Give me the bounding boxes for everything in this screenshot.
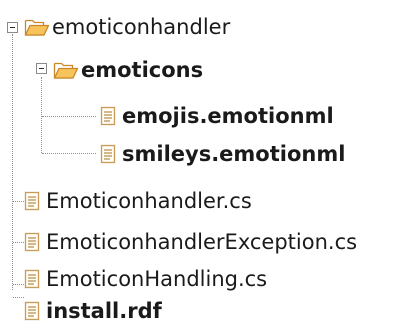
tree-node-label: EmoticonHandling.cs	[46, 267, 268, 291]
tree-node-label: Emoticonhandler.cs	[46, 189, 252, 213]
tree-connector	[42, 153, 96, 154]
tree-node-root-folder[interactable]: emoticonhandler	[24, 12, 230, 42]
file-icon	[24, 301, 40, 321]
tree-node-label: smileys.emotionml	[122, 142, 346, 166]
tree-node-label: emojis.emotionml	[122, 104, 334, 128]
tree-connector	[12, 34, 13, 290]
collapse-toggle-emoticons[interactable]	[36, 63, 47, 74]
tree-node-emoticons-folder[interactable]: emoticons	[53, 55, 203, 85]
file-icon	[24, 191, 40, 211]
folder-open-icon	[53, 59, 79, 81]
file-icon	[24, 232, 40, 252]
tree-node-label: EmoticonhandlerException.cs	[46, 230, 358, 254]
file-tree: emoticonhandler emoticons emojis.emotion…	[0, 0, 411, 329]
tree-connector	[41, 77, 42, 153]
tree-node-file[interactable]: Emoticonhandler.cs	[24, 186, 252, 216]
collapse-toggle-root[interactable]	[7, 22, 18, 33]
tree-node-label: install.rdf	[46, 299, 162, 323]
tree-connector	[13, 242, 24, 243]
tree-connector	[13, 297, 24, 298]
file-icon	[100, 106, 116, 126]
folder-open-icon	[24, 16, 50, 38]
tree-connector	[13, 201, 24, 202]
tree-node-file[interactable]: smileys.emotionml	[100, 139, 345, 169]
tree-node-label: emoticons	[81, 58, 204, 82]
tree-connector	[13, 284, 24, 285]
file-icon	[24, 269, 40, 289]
tree-connector	[42, 116, 96, 117]
file-icon	[100, 144, 116, 164]
tree-node-file[interactable]: install.rdf	[24, 296, 162, 326]
tree-node-file[interactable]: EmoticonHandling.cs	[24, 264, 267, 294]
tree-node-file[interactable]: emojis.emotionml	[100, 101, 334, 131]
tree-node-label: emoticonhandler	[52, 15, 231, 39]
tree-node-file[interactable]: EmoticonhandlerException.cs	[24, 227, 357, 257]
